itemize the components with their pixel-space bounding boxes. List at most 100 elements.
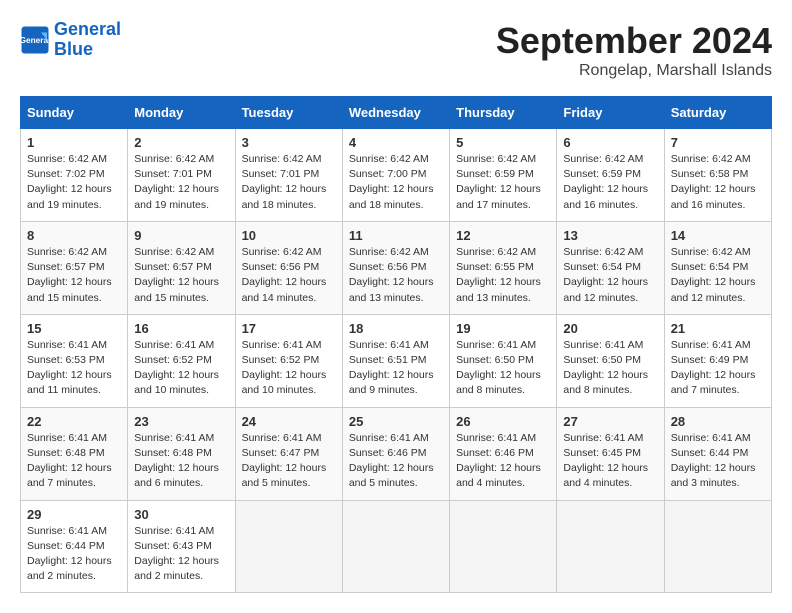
day-cell: 11Sunrise: 6:42 AM Sunset: 6:56 PM Dayli… [342, 221, 449, 314]
day-info: Sunrise: 6:42 AM Sunset: 6:57 PM Dayligh… [27, 245, 121, 306]
day-number: 20 [563, 321, 657, 336]
page-header: General General Blue September 2024 Rong… [20, 20, 772, 80]
day-info: Sunrise: 6:41 AM Sunset: 6:43 PM Dayligh… [134, 524, 228, 585]
day-number: 24 [242, 414, 336, 429]
day-info: Sunrise: 6:41 AM Sunset: 6:44 PM Dayligh… [671, 431, 765, 492]
day-cell: 18 Sunrise: 6:41 AM Sunset: 6:51 PM Dayli… [342, 314, 449, 407]
week-row-2: 8 Sunrise: 6:42 AM Sunset: 6:57 PM Daylig… [21, 221, 772, 314]
week-row-5: 29Sunrise: 6:41 AM Sunset: 6:44 PM Dayli… [21, 500, 772, 593]
day-cell: 3 Sunrise: 6:42 AM Sunset: 7:01 PM Daylig… [235, 129, 342, 222]
day-cell: 7 Sunrise: 6:42 AM Sunset: 6:58 PM Daylig… [664, 129, 771, 222]
day-number: 1 [27, 135, 121, 150]
day-number: 28 [671, 414, 765, 429]
day-cell: 14Sunrise: 6:42 AM Sunset: 6:54 PM Dayli… [664, 221, 771, 314]
day-cell: 1 Sunrise: 6:42 AM Sunset: 7:02 PM Daylig… [21, 129, 128, 222]
title-block: September 2024 Rongelap, Marshall Island… [496, 20, 772, 80]
day-number: 19 [456, 321, 550, 336]
day-info: Sunrise: 6:42 AM Sunset: 6:55 PM Dayligh… [456, 245, 550, 306]
day-number: 5 [456, 135, 550, 150]
day-number: 18 [349, 321, 443, 336]
day-number: 13 [563, 228, 657, 243]
day-cell: 4Sunrise: 6:42 AM Sunset: 7:00 PM Daylig… [342, 129, 449, 222]
day-cell: 24 Sunrise: 6:41 AM Sunset: 6:47 PM Dayli… [235, 407, 342, 500]
day-cell: 29Sunrise: 6:41 AM Sunset: 6:44 PM Dayli… [21, 500, 128, 593]
day-info: Sunrise: 6:41 AM Sunset: 6:46 PM Dayligh… [456, 431, 550, 492]
day-cell: 23 Sunrise: 6:41 AM Sunset: 6:48 PM Dayli… [128, 407, 235, 500]
day-info: Sunrise: 6:41 AM Sunset: 6:46 PM Dayligh… [349, 431, 443, 492]
day-cell [450, 500, 557, 593]
day-info: Sunrise: 6:41 AM Sunset: 6:50 PM Dayligh… [563, 338, 657, 399]
column-header-thursday: Thursday [450, 97, 557, 129]
day-info: Sunrise: 6:42 AM Sunset: 6:54 PM Dayligh… [563, 245, 657, 306]
day-cell: 15 Sunrise: 6:41 AM Sunset: 6:53 PM Dayli… [21, 314, 128, 407]
day-info: Sunrise: 6:41 AM Sunset: 6:48 PM Dayligh… [134, 431, 228, 492]
calendar-header-row: SundayMondayTuesdayWednesdayThursdayFrid… [21, 97, 772, 129]
day-number: 10 [242, 228, 336, 243]
day-cell: 28 Sunrise: 6:41 AM Sunset: 6:44 PM Dayli… [664, 407, 771, 500]
column-header-saturday: Saturday [664, 97, 771, 129]
day-info: Sunrise: 6:42 AM Sunset: 7:02 PM Dayligh… [27, 152, 121, 213]
day-info: Sunrise: 6:41 AM Sunset: 6:52 PM Dayligh… [134, 338, 228, 399]
day-cell: 9Sunrise: 6:42 AM Sunset: 6:57 PM Daylig… [128, 221, 235, 314]
day-number: 22 [27, 414, 121, 429]
week-row-3: 15 Sunrise: 6:41 AM Sunset: 6:53 PM Dayli… [21, 314, 772, 407]
day-info: Sunrise: 6:42 AM Sunset: 7:01 PM Dayligh… [134, 152, 228, 213]
day-cell: 26 Sunrise: 6:41 AM Sunset: 6:46 PM Dayli… [450, 407, 557, 500]
column-header-tuesday: Tuesday [235, 97, 342, 129]
day-cell: 10 Sunrise: 6:42 AM Sunset: 6:56 PM Dayli… [235, 221, 342, 314]
day-number: 7 [671, 135, 765, 150]
day-cell [664, 500, 771, 593]
column-header-monday: Monday [128, 97, 235, 129]
day-number: 4 [349, 135, 443, 150]
day-number: 8 [27, 228, 121, 243]
day-info: Sunrise: 6:41 AM Sunset: 6:48 PM Dayligh… [27, 431, 121, 492]
location: Rongelap, Marshall Islands [496, 62, 772, 80]
day-info: Sunrise: 6:42 AM Sunset: 6:59 PM Dayligh… [563, 152, 657, 213]
day-number: 27 [563, 414, 657, 429]
day-info: Sunrise: 6:41 AM Sunset: 6:50 PM Dayligh… [456, 338, 550, 399]
day-number: 9 [134, 228, 228, 243]
day-cell: 2 Sunrise: 6:42 AM Sunset: 7:01 PM Daylig… [128, 129, 235, 222]
day-number: 15 [27, 321, 121, 336]
day-number: 26 [456, 414, 550, 429]
day-number: 3 [242, 135, 336, 150]
day-info: Sunrise: 6:41 AM Sunset: 6:51 PM Dayligh… [349, 338, 443, 399]
day-cell: 8 Sunrise: 6:42 AM Sunset: 6:57 PM Daylig… [21, 221, 128, 314]
day-number: 21 [671, 321, 765, 336]
day-info: Sunrise: 6:42 AM Sunset: 6:59 PM Dayligh… [456, 152, 550, 213]
day-number: 25 [349, 414, 443, 429]
day-number: 2 [134, 135, 228, 150]
day-cell [342, 500, 449, 593]
logo-icon: General [20, 25, 50, 55]
column-header-friday: Friday [557, 97, 664, 129]
logo-text: General Blue [54, 20, 121, 60]
day-info: Sunrise: 6:41 AM Sunset: 6:49 PM Dayligh… [671, 338, 765, 399]
day-number: 23 [134, 414, 228, 429]
day-info: Sunrise: 6:42 AM Sunset: 6:58 PM Dayligh… [671, 152, 765, 213]
day-cell: 5 Sunrise: 6:42 AM Sunset: 6:59 PM Daylig… [450, 129, 557, 222]
calendar-table: SundayMondayTuesdayWednesdayThursdayFrid… [20, 96, 772, 593]
day-cell: 21 Sunrise: 6:41 AM Sunset: 6:49 PM Dayli… [664, 314, 771, 407]
week-row-1: 1 Sunrise: 6:42 AM Sunset: 7:02 PM Daylig… [21, 129, 772, 222]
day-info: Sunrise: 6:41 AM Sunset: 6:53 PM Dayligh… [27, 338, 121, 399]
day-number: 29 [27, 507, 121, 522]
day-number: 17 [242, 321, 336, 336]
day-info: Sunrise: 6:42 AM Sunset: 7:01 PM Dayligh… [242, 152, 336, 213]
day-info: Sunrise: 6:41 AM Sunset: 6:47 PM Dayligh… [242, 431, 336, 492]
day-cell: 13 Sunrise: 6:42 AM Sunset: 6:54 PM Dayli… [557, 221, 664, 314]
day-info: Sunrise: 6:42 AM Sunset: 6:56 PM Dayligh… [349, 245, 443, 306]
day-cell: 30 Sunrise: 6:41 AM Sunset: 6:43 PM Dayli… [128, 500, 235, 593]
day-info: Sunrise: 6:42 AM Sunset: 6:56 PM Dayligh… [242, 245, 336, 306]
day-number: 30 [134, 507, 228, 522]
day-cell: 16Sunrise: 6:41 AM Sunset: 6:52 PM Dayli… [128, 314, 235, 407]
week-row-4: 22 Sunrise: 6:41 AM Sunset: 6:48 PM Dayli… [21, 407, 772, 500]
day-cell: 25 Sunrise: 6:41 AM Sunset: 6:46 PM Dayli… [342, 407, 449, 500]
month-title: September 2024 [496, 20, 772, 62]
day-cell: 6Sunrise: 6:42 AM Sunset: 6:59 PM Daylig… [557, 129, 664, 222]
day-info: Sunrise: 6:41 AM Sunset: 6:45 PM Dayligh… [563, 431, 657, 492]
day-cell [557, 500, 664, 593]
column-header-wednesday: Wednesday [342, 97, 449, 129]
column-header-sunday: Sunday [21, 97, 128, 129]
day-cell: 17Sunrise: 6:41 AM Sunset: 6:52 PM Dayli… [235, 314, 342, 407]
day-cell: 12Sunrise: 6:42 AM Sunset: 6:55 PM Dayli… [450, 221, 557, 314]
